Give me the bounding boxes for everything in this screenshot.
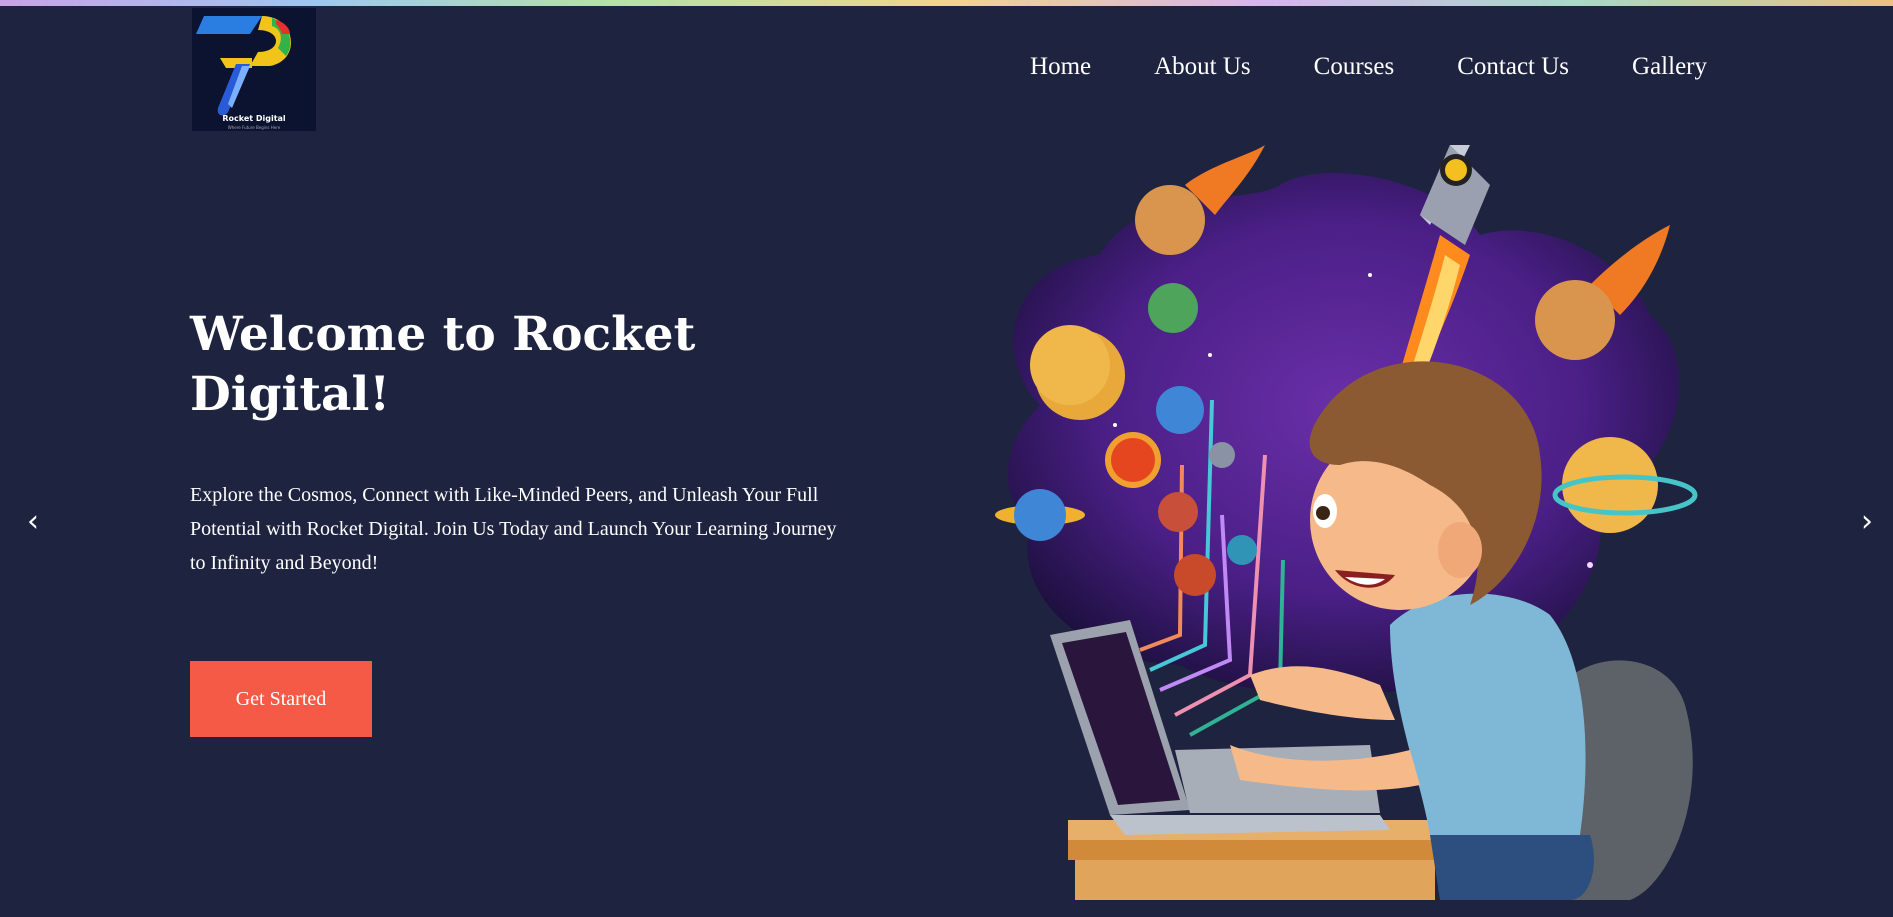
nav-courses[interactable]: Courses: [1314, 52, 1395, 82]
main-nav: Home About Us Courses Contact Us Gallery: [967, 52, 1707, 82]
hero-illustration: [995, 145, 1698, 900]
carousel-next-icon[interactable]: ›: [1853, 504, 1881, 539]
top-decorative-strip: [0, 0, 1893, 6]
hero-description: Explore the Cosmos, Connect with Like-Mi…: [190, 484, 837, 574]
carousel-prev-icon[interactable]: ‹: [19, 504, 47, 539]
hero-title: Welcome to Rocket Digital!: [190, 307, 696, 422]
nav-about-us[interactable]: About Us: [1154, 52, 1251, 82]
rocket-logo-icon: [196, 16, 292, 116]
logo-text: Rocket Digital: [222, 114, 286, 123]
nav-home[interactable]: Home: [1030, 52, 1091, 82]
nav-contact-us[interactable]: Contact Us: [1457, 52, 1569, 82]
logo[interactable]: Rocket Digital Where Future Begins Here: [192, 8, 316, 131]
nav-gallery[interactable]: Gallery: [1632, 52, 1707, 82]
logo-tagline: Where Future Begins Here: [227, 125, 281, 130]
get-started-button[interactable]: Get Started: [190, 661, 372, 737]
